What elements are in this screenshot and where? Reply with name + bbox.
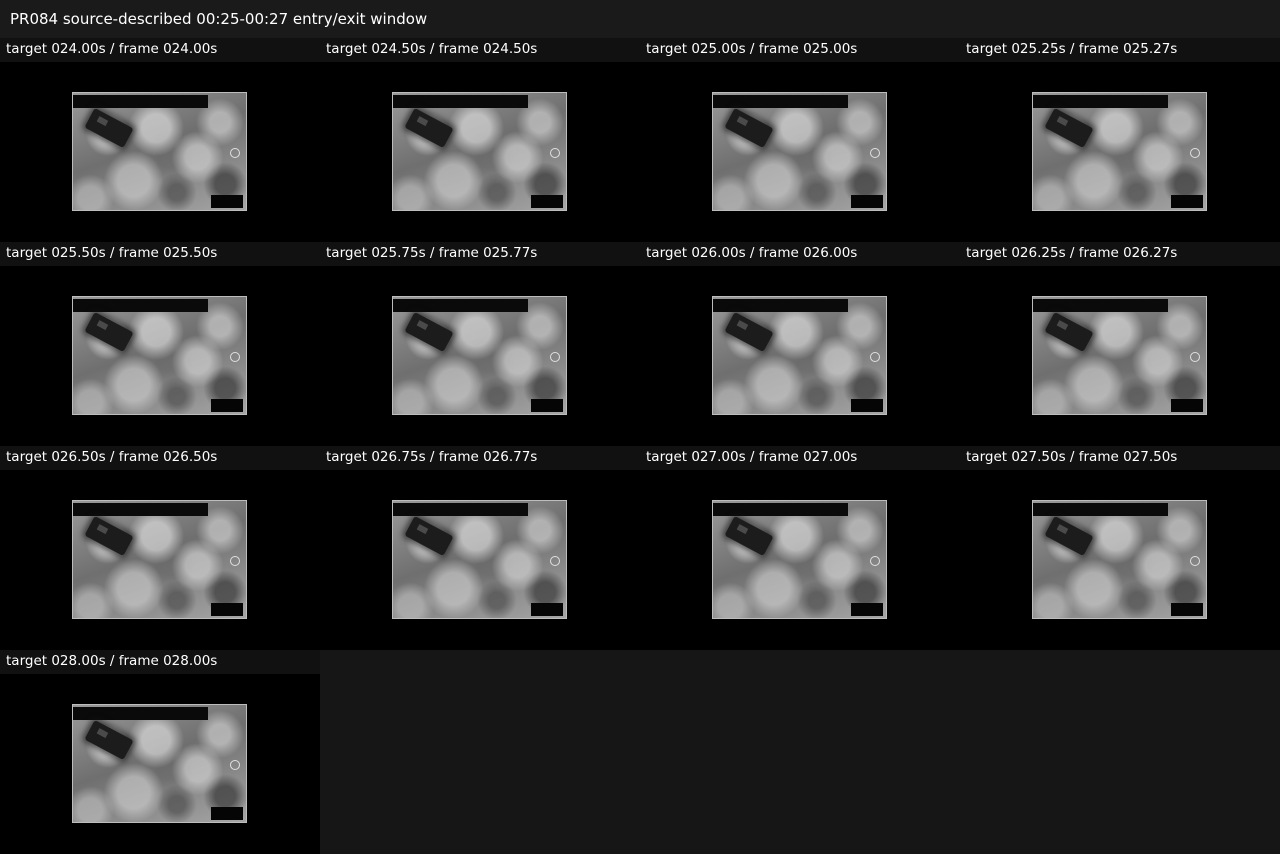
- frame-cell[interactable]: target 028.00s / frame 028.00s: [0, 650, 320, 854]
- frame-cell[interactable]: target 025.00s / frame 025.00s: [640, 38, 960, 242]
- frame-thumbnail: [712, 92, 887, 211]
- reticle-icon: [1190, 148, 1200, 158]
- frame-label: target 025.50s / frame 025.50s: [0, 242, 320, 266]
- frame-cell[interactable]: target 027.50s / frame 027.50s: [960, 446, 1280, 650]
- frame-label: target 026.00s / frame 026.00s: [640, 242, 960, 266]
- redaction-bar: [713, 95, 848, 108]
- redaction-box: [211, 807, 243, 820]
- frame-label: target 025.00s / frame 025.00s: [640, 38, 960, 62]
- reticle-icon: [230, 148, 240, 158]
- redaction-box: [531, 399, 563, 412]
- redaction-bar: [713, 503, 848, 516]
- frame-thumbnail: [712, 296, 887, 415]
- frame-label: target 028.00s / frame 028.00s: [0, 650, 320, 674]
- frame-cell[interactable]: target 025.25s / frame 025.27s: [960, 38, 1280, 242]
- redaction-bar: [1033, 299, 1168, 312]
- frame-cell[interactable]: target 026.25s / frame 026.27s: [960, 242, 1280, 446]
- frame-cell[interactable]: target 026.75s / frame 026.77s: [320, 446, 640, 650]
- frame-cell[interactable]: target 025.75s / frame 025.77s: [320, 242, 640, 446]
- redaction-box: [1171, 195, 1203, 208]
- reticle-icon: [230, 556, 240, 566]
- redaction-bar: [73, 299, 208, 312]
- redaction-box: [211, 399, 243, 412]
- frame-label: target 026.25s / frame 026.27s: [960, 242, 1280, 266]
- redaction-bar: [73, 707, 208, 720]
- redaction-box: [851, 603, 883, 616]
- frame-label: target 024.50s / frame 024.50s: [320, 38, 640, 62]
- frame-label: target 027.50s / frame 027.50s: [960, 446, 1280, 470]
- frame-label: target 027.00s / frame 027.00s: [640, 446, 960, 470]
- redaction-box: [211, 603, 243, 616]
- frame-label: target 026.75s / frame 026.77s: [320, 446, 640, 470]
- frame-thumbnail: [72, 704, 247, 823]
- empty-grid-area: [320, 650, 1280, 854]
- redaction-bar: [713, 299, 848, 312]
- redaction-box: [531, 195, 563, 208]
- frame-thumbnail: [712, 500, 887, 619]
- redaction-box: [1171, 603, 1203, 616]
- redaction-bar: [393, 95, 528, 108]
- frame-label: target 025.25s / frame 025.27s: [960, 38, 1280, 62]
- frame-thumbnail: [1032, 92, 1207, 211]
- frame-label: target 025.75s / frame 025.77s: [320, 242, 640, 266]
- redaction-box: [851, 399, 883, 412]
- redaction-box: [211, 195, 243, 208]
- redaction-box: [851, 195, 883, 208]
- frame-thumbnail: [72, 500, 247, 619]
- reticle-icon: [1190, 556, 1200, 566]
- frame-thumbnail: [392, 92, 567, 211]
- reticle-icon: [550, 556, 560, 566]
- redaction-box: [531, 603, 563, 616]
- reticle-icon: [230, 760, 240, 770]
- frame-thumbnail: [392, 296, 567, 415]
- frame-cell[interactable]: target 024.00s / frame 024.00s: [0, 38, 320, 242]
- reticle-icon: [870, 148, 880, 158]
- redaction-bar: [393, 503, 528, 516]
- frame-cell[interactable]: target 024.50s / frame 024.50s: [320, 38, 640, 242]
- frame-cell[interactable]: target 026.50s / frame 026.50s: [0, 446, 320, 650]
- frame-cell[interactable]: target 026.00s / frame 026.00s: [640, 242, 960, 446]
- redaction-bar: [1033, 503, 1168, 516]
- frame-label: target 024.00s / frame 024.00s: [0, 38, 320, 62]
- reticle-icon: [550, 352, 560, 362]
- frame-thumbnail: [1032, 296, 1207, 415]
- window-title: PR084 source-described 00:25-00:27 entry…: [0, 0, 1280, 38]
- frame-thumbnail: [72, 296, 247, 415]
- frame-thumbnail: [392, 500, 567, 619]
- redaction-bar: [73, 95, 208, 108]
- redaction-box: [1171, 399, 1203, 412]
- redaction-bar: [73, 503, 208, 516]
- reticle-icon: [230, 352, 240, 362]
- reticle-icon: [870, 556, 880, 566]
- frame-thumbnail: [72, 92, 247, 211]
- reticle-icon: [870, 352, 880, 362]
- reticle-icon: [1190, 352, 1200, 362]
- redaction-bar: [1033, 95, 1168, 108]
- redaction-bar: [393, 299, 528, 312]
- frame-cell[interactable]: target 025.50s / frame 025.50s: [0, 242, 320, 446]
- frame-cell[interactable]: target 027.00s / frame 027.00s: [640, 446, 960, 650]
- reticle-icon: [550, 148, 560, 158]
- frame-label: target 026.50s / frame 026.50s: [0, 446, 320, 470]
- frame-thumbnail: [1032, 500, 1207, 619]
